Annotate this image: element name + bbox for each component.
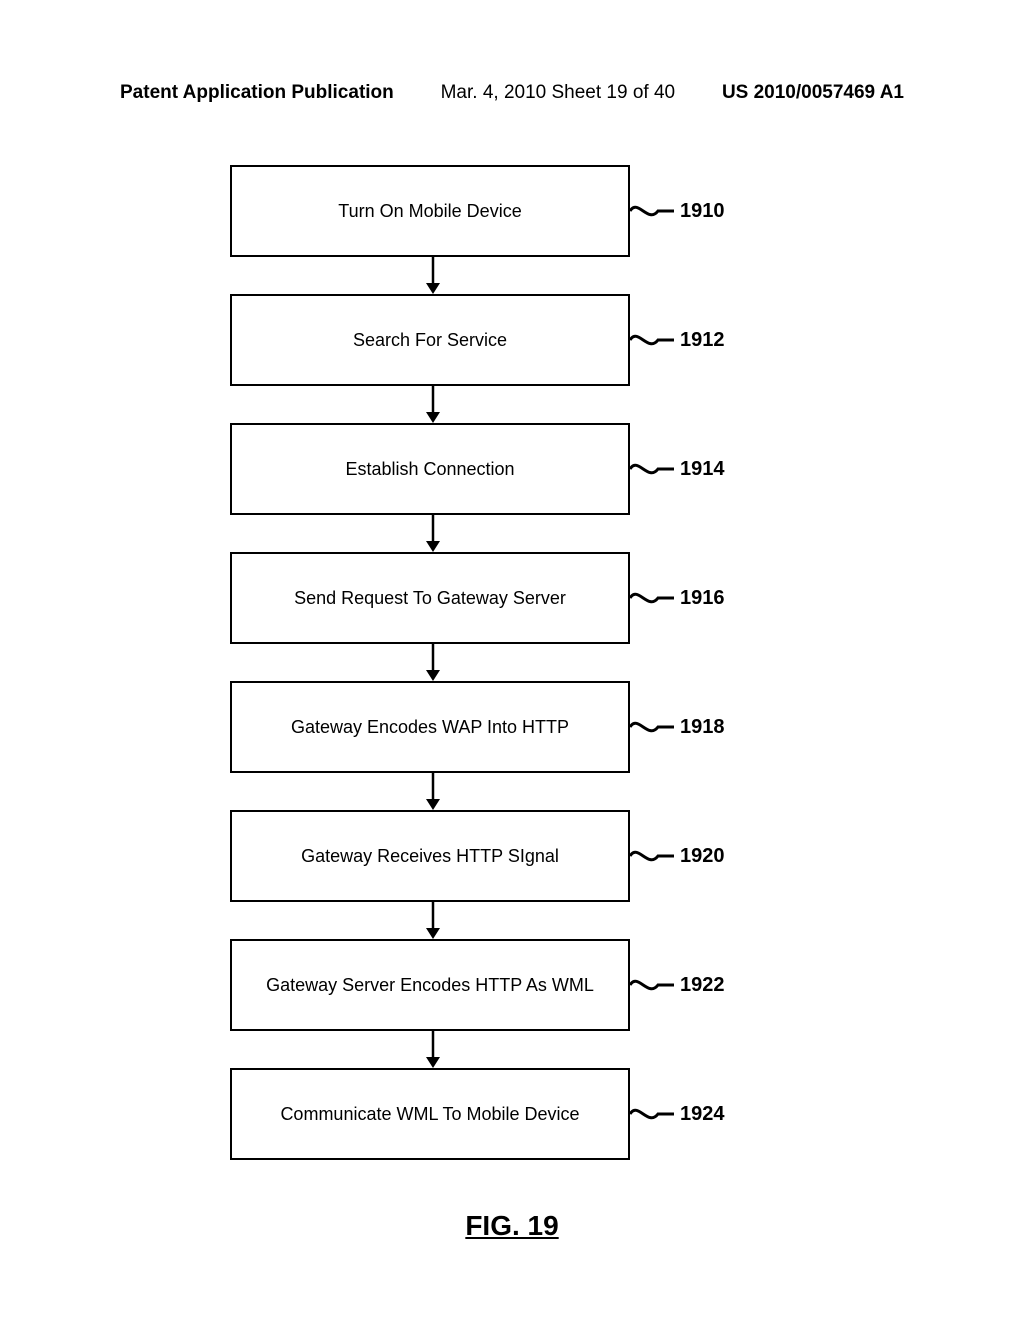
down-arrow-icon	[426, 386, 440, 423]
ref-number: 1912	[680, 329, 725, 352]
flow-box-text: Gateway Receives HTTP SIgnal	[301, 846, 559, 867]
down-arrow-icon	[426, 902, 440, 939]
ref-number: 1920	[680, 845, 725, 868]
down-arrow-icon	[426, 515, 440, 552]
flow-box: Gateway Encodes WAP Into HTTP	[230, 681, 630, 773]
flow-step: Send Request To Gateway Server 1916	[0, 552, 1024, 644]
figure-title: FIG. 19	[0, 1210, 1024, 1242]
ref-callout: 1912	[630, 294, 725, 386]
ref-callout: 1916	[630, 552, 725, 644]
flowchart: Turn On Mobile Device 1910 Search For Se…	[0, 165, 1024, 1160]
callout-tilde-icon	[630, 196, 674, 226]
callout-tilde-icon	[630, 1099, 674, 1129]
ref-callout: 1910	[630, 165, 725, 257]
callout-tilde-icon	[630, 325, 674, 355]
ref-callout: 1924	[630, 1068, 725, 1160]
flow-box: Communicate WML To Mobile Device	[230, 1068, 630, 1160]
flow-box: Send Request To Gateway Server	[230, 552, 630, 644]
flow-arrow	[0, 1031, 1024, 1068]
flow-arrow	[0, 386, 1024, 423]
flow-step: Gateway Server Encodes HTTP As WML 1922	[0, 939, 1024, 1031]
flow-box: Establish Connection	[230, 423, 630, 515]
flow-step: Search For Service 1912	[0, 294, 1024, 386]
flow-box-text: Establish Connection	[345, 459, 514, 480]
ref-callout: 1922	[630, 939, 725, 1031]
flow-box-text: Gateway Encodes WAP Into HTTP	[291, 717, 569, 738]
flow-arrow	[0, 644, 1024, 681]
ref-number: 1924	[680, 1103, 725, 1126]
ref-number: 1922	[680, 974, 725, 997]
flow-box-text: Turn On Mobile Device	[338, 201, 521, 222]
flow-step: Establish Connection 1914	[0, 423, 1024, 515]
flow-box-text: Search For Service	[353, 330, 507, 351]
down-arrow-icon	[426, 257, 440, 294]
ref-number: 1916	[680, 587, 725, 610]
ref-number: 1918	[680, 716, 725, 739]
ref-callout: 1918	[630, 681, 725, 773]
callout-tilde-icon	[630, 970, 674, 1000]
callout-tilde-icon	[630, 712, 674, 742]
flow-box: Turn On Mobile Device	[230, 165, 630, 257]
ref-number: 1910	[680, 200, 725, 223]
down-arrow-icon	[426, 1031, 440, 1068]
flow-step: Turn On Mobile Device 1910	[0, 165, 1024, 257]
patent-number-label: US 2010/0057469 A1	[722, 82, 904, 104]
flow-step: Communicate WML To Mobile Device 1924	[0, 1068, 1024, 1160]
ref-callout: 1914	[630, 423, 725, 515]
date-sheet-label: Mar. 4, 2010 Sheet 19 of 40	[441, 82, 676, 104]
page-header: Patent Application Publication Mar. 4, 2…	[0, 82, 1024, 104]
callout-tilde-icon	[630, 454, 674, 484]
publication-label: Patent Application Publication	[120, 82, 394, 104]
ref-number: 1914	[680, 458, 725, 481]
ref-callout: 1920	[630, 810, 725, 902]
flow-box-text: Communicate WML To Mobile Device	[280, 1104, 579, 1125]
flow-arrow	[0, 773, 1024, 810]
flow-step: Gateway Receives HTTP SIgnal 1920	[0, 810, 1024, 902]
flow-box-text: Send Request To Gateway Server	[294, 588, 566, 609]
flow-box: Gateway Server Encodes HTTP As WML	[230, 939, 630, 1031]
callout-tilde-icon	[630, 583, 674, 613]
callout-tilde-icon	[630, 841, 674, 871]
flow-arrow	[0, 515, 1024, 552]
down-arrow-icon	[426, 644, 440, 681]
flow-step: Gateway Encodes WAP Into HTTP 1918	[0, 681, 1024, 773]
flow-box: Search For Service	[230, 294, 630, 386]
down-arrow-icon	[426, 773, 440, 810]
flow-arrow	[0, 902, 1024, 939]
flow-box-text: Gateway Server Encodes HTTP As WML	[266, 975, 594, 996]
flow-box: Gateway Receives HTTP SIgnal	[230, 810, 630, 902]
flow-arrow	[0, 257, 1024, 294]
